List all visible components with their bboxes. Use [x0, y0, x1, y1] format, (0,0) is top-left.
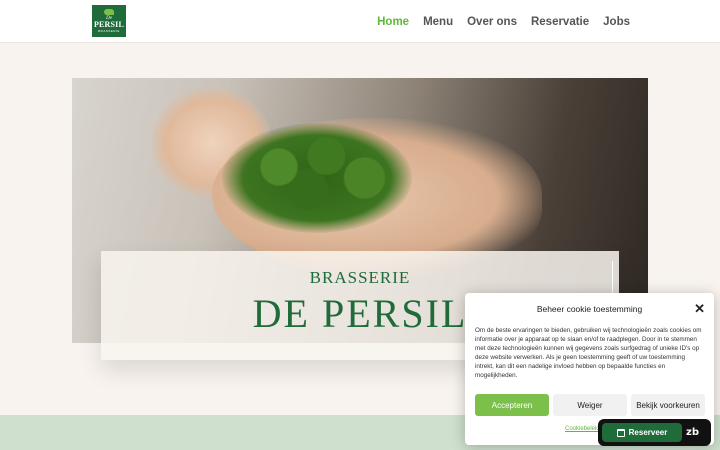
- nav-menu[interactable]: Menu: [423, 16, 453, 28]
- cookie-buttons: Accepteren Weiger Bekijk voorkeuren: [475, 394, 705, 416]
- reserve-label: Reserveer: [628, 428, 668, 437]
- cookie-title: Beheer cookie toestemming: [536, 304, 643, 314]
- main-nav: Home Menu Over ons Reservatie Jobs: [377, 0, 630, 43]
- cookie-body-text: Om de beste ervaringen te bieden, gebrui…: [475, 327, 702, 379]
- site-header: De PERSIL BRASSERIE Home Menu Over ons R…: [0, 0, 720, 43]
- nav-over-ons[interactable]: Over ons: [467, 16, 517, 28]
- hero-subtitle: BRASSERIE: [309, 268, 411, 287]
- nav-reservatie[interactable]: Reservatie: [531, 16, 589, 28]
- nav-jobs[interactable]: Jobs: [603, 16, 630, 28]
- cookie-policy-link[interactable]: Cookiebeleid: [565, 426, 600, 432]
- brasserie-logo[interactable]: De PERSIL BRASSERIE: [92, 5, 126, 37]
- parsley-bunch: [222, 123, 412, 233]
- leaf-icon: [104, 9, 114, 15]
- reserve-widget: Reserveer zb: [598, 419, 711, 446]
- calendar-icon: [616, 428, 625, 437]
- view-preferences-button[interactable]: Bekijk voorkeuren: [631, 394, 705, 416]
- deny-button[interactable]: Weiger: [553, 394, 627, 416]
- accept-button[interactable]: Accepteren: [475, 394, 549, 416]
- nav-home[interactable]: Home: [377, 16, 409, 28]
- close-icon[interactable]: ✕: [694, 302, 705, 315]
- zb-logo-icon[interactable]: zb: [686, 427, 699, 438]
- reserve-button[interactable]: Reserveer: [602, 423, 682, 442]
